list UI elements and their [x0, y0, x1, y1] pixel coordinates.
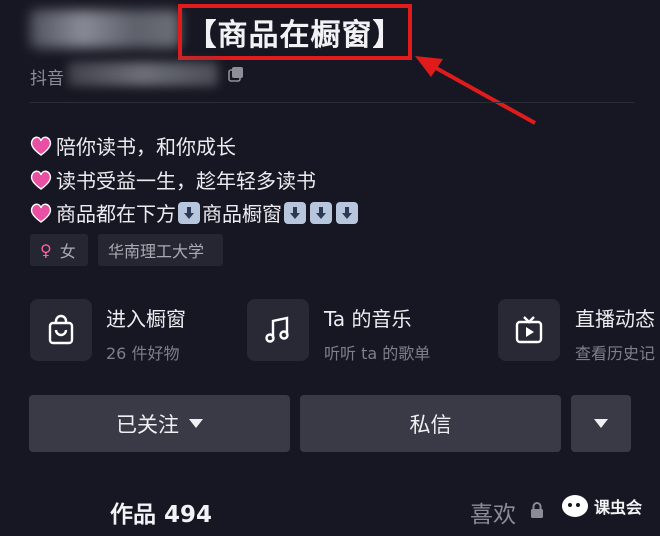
heart-icon: [30, 203, 52, 223]
followed-label: 已关注: [116, 412, 179, 437]
live-entry-icon-box[interactable]: [498, 299, 560, 361]
entry-subtitle-live: 查看历史记: [575, 344, 656, 363]
bio-text-3a: 商品都在下方: [56, 202, 176, 226]
message-label: 私信: [409, 412, 452, 437]
gender-tag: ♀ 女: [30, 234, 88, 266]
entry-title-live[interactable]: 直播动态: [575, 303, 655, 332]
down-arrow-icon: [178, 201, 200, 224]
bio-text-3b: 商品橱窗: [202, 202, 282, 226]
music-note-icon: [265, 316, 289, 343]
message-button[interactable]: 私信: [300, 395, 561, 452]
gender-label: 女: [59, 242, 76, 261]
music-entry-icon-box[interactable]: [247, 299, 309, 361]
header-divider: [30, 102, 634, 103]
lock-icon: [531, 502, 543, 518]
bio-line-3: 商品都在下方 商品橱窗: [30, 198, 360, 227]
more-dropdown-button[interactable]: [571, 395, 631, 452]
annotation-arrow-icon: [415, 56, 536, 125]
blurred-username: [30, 10, 180, 48]
tv-icon: [515, 316, 543, 344]
watermark: 课虫会: [562, 494, 642, 518]
shopping-entry-icon-box[interactable]: [30, 299, 92, 361]
female-icon: ♀: [40, 240, 52, 260]
wechat-icon: [562, 495, 588, 517]
tab-likes[interactable]: 喜欢: [470, 495, 516, 529]
shopping-bag-icon: [48, 314, 74, 345]
school-label: 华南理工大学: [108, 242, 205, 261]
bio-text-1: 陪你读书，和你成长: [56, 135, 236, 159]
highlight-text: 【商品在橱窗】: [186, 18, 404, 53]
bio-line-2: 读书受益一生，趁年轻多读书: [30, 165, 316, 194]
entry-subtitle-showcase: 26 件好物: [106, 344, 180, 363]
blurred-user-id: [68, 62, 218, 86]
highlight-annotation: 【商品在橱窗】: [178, 4, 412, 60]
followed-button[interactable]: 已关注: [29, 395, 290, 452]
down-arrow-icon: [336, 201, 358, 224]
entry-subtitle-music: 听听 ta 的歌单: [324, 344, 431, 363]
caret-down-icon: [189, 419, 203, 428]
watermark-text: 课虫会: [594, 498, 643, 517]
heart-icon: [30, 136, 52, 156]
heart-icon: [30, 170, 52, 190]
school-tag: 华南理工大学: [98, 234, 223, 266]
down-arrow-icon: [284, 201, 306, 224]
bio-line-1: 陪你读书，和你成长: [30, 131, 236, 160]
copy-icon[interactable]: [228, 66, 244, 82]
entry-title-showcase[interactable]: 进入橱窗: [106, 303, 186, 332]
tab-works[interactable]: 作品 494: [110, 495, 212, 529]
caret-down-icon: [594, 419, 608, 428]
down-arrow-icon: [310, 201, 332, 224]
entry-title-music[interactable]: Ta 的音乐: [324, 303, 412, 332]
bio-text-2: 读书受益一生，趁年轻多读书: [56, 169, 316, 193]
platform-label: 抖音: [30, 69, 64, 89]
